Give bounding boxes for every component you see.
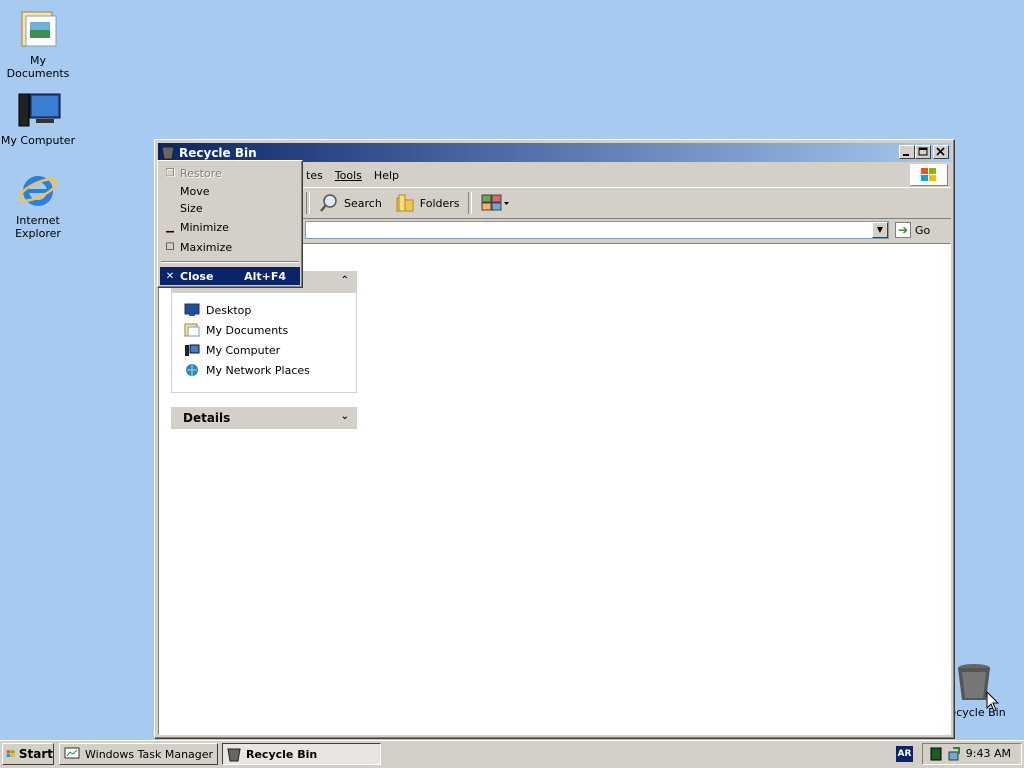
maximize-icon: ☐ [165, 241, 175, 253]
network-places-icon [186, 364, 198, 376]
menu-help[interactable]: Help [368, 169, 405, 182]
start-label: Start [18, 747, 53, 761]
recycle-bin-icon [227, 748, 241, 761]
menu-item-restore[interactable]: ❐ Restore [160, 164, 300, 182]
my-documents-icon [184, 323, 200, 337]
menu-separator [161, 261, 299, 263]
address-input[interactable]: ▼ [305, 221, 889, 239]
close-icon: ✕ [165, 270, 175, 282]
desktop-icon-label: My Documents [6, 54, 70, 80]
task-label: Windows Task Manager [85, 747, 214, 761]
place-my-documents[interactable]: My Documents [184, 323, 288, 337]
menu-tools[interactable]: Tools [329, 169, 368, 182]
desktop-icon-label: My Computer [0, 134, 76, 147]
taskbar-item-task-manager[interactable]: Windows Task Manager [59, 743, 218, 765]
address-dropdown-button[interactable]: ▼ [872, 222, 888, 238]
minimize-icon [903, 154, 909, 156]
content-area: ⌃ Desktop My Documents My Computer My Ne… [158, 243, 951, 735]
views-button[interactable] [474, 190, 516, 216]
details-header[interactable]: Details ⌄ [171, 407, 357, 429]
place-label: My Computer [206, 343, 281, 357]
my-computer-icon [16, 88, 61, 132]
minimize-icon: ▁ [166, 221, 174, 233]
collapse-chevron-icon[interactable]: ⌃ [341, 275, 349, 286]
menu-item-label: Size [180, 201, 203, 215]
go-button[interactable]: ➔ Go [895, 220, 945, 240]
menu-item-label: Maximize [180, 240, 233, 254]
restore-icon: ❐ [165, 167, 175, 179]
place-label: My Network Places [206, 363, 310, 377]
menu-item-size[interactable]: Size [160, 199, 300, 217]
go-label: Go [915, 223, 931, 237]
menu-item-label: Close [180, 269, 214, 283]
other-places-panel: Desktop My Documents My Computer My Netw… [171, 293, 357, 393]
title-buttons [899, 145, 949, 159]
desktop-icon-my-computer[interactable]: My Computer [0, 88, 78, 147]
internet-explorer-icon [16, 168, 60, 212]
maximize-button[interactable] [915, 145, 931, 159]
taskbar-item-recycle-bin[interactable]: Recycle Bin [222, 743, 381, 765]
windows-logo-icon [910, 164, 948, 186]
place-my-network-places[interactable]: My Network Places [184, 363, 310, 377]
my-computer-icon [185, 344, 200, 356]
menu-item-move[interactable]: Move [160, 182, 300, 200]
expand-chevron-icon[interactable]: ⌄ [341, 411, 349, 422]
search-label: Search [344, 196, 382, 210]
task-manager-icon [64, 747, 80, 759]
desktop-icon-internet-explorer[interactable]: Internet Explorer [0, 168, 78, 240]
search-icon [320, 194, 337, 212]
search-button[interactable]: Search [312, 190, 388, 216]
folders-icon [396, 194, 414, 212]
desktop-icon-my-documents[interactable]: My Documents [0, 8, 78, 80]
language-indicator[interactable]: AR [896, 746, 913, 762]
toolbar-separator [467, 192, 472, 214]
menu-item-label: Restore [180, 166, 222, 180]
place-label: Desktop [206, 303, 252, 317]
window-title: Recycle Bin [179, 146, 257, 160]
my-documents-icon [16, 8, 60, 52]
place-my-computer[interactable]: My Computer [184, 343, 280, 357]
window-system-menu: ❐ Restore Move Size ▁ Minimize ☐ Maximiz… [157, 160, 303, 288]
folders-label: Folders [419, 196, 460, 210]
taskbar: Start Windows Task Manager Recycle Bin A… [0, 740, 1024, 768]
task-manager-tray-icon[interactable] [929, 747, 943, 761]
views-icon [481, 194, 509, 211]
close-icon [936, 147, 945, 156]
place-label: My Documents [206, 323, 289, 337]
maximize-icon [918, 147, 928, 156]
menu-item-maximize[interactable]: ☐ Maximize [160, 238, 300, 256]
shortcut-label: Alt+F4 [244, 269, 286, 283]
close-button[interactable] [933, 145, 949, 159]
toolbar-separator [306, 192, 310, 214]
menu-favorites[interactable]: tes [300, 169, 329, 182]
menu-item-label: Move [180, 184, 210, 198]
place-desktop[interactable]: Desktop [184, 303, 251, 317]
chevron-down-icon: ▼ [876, 225, 884, 234]
go-arrow-icon: ➔ [895, 222, 911, 238]
recycle-bin-icon[interactable] [161, 145, 175, 160]
desktop-icon-label: Internet Explorer [15, 214, 61, 240]
network-tray-icon[interactable] [947, 746, 963, 762]
task-label: Recycle Bin [246, 747, 318, 761]
clock[interactable]: 9:43 AM [966, 747, 1011, 760]
minimize-button[interactable] [899, 145, 915, 159]
windows-logo-icon [6, 750, 15, 758]
menu-item-label: Minimize [180, 220, 229, 234]
details-title: Details [183, 411, 231, 425]
menu-item-minimize[interactable]: ▁ Minimize [160, 218, 300, 236]
system-tray: 9:43 AM [922, 743, 1022, 765]
start-button[interactable]: Start [2, 743, 54, 765]
folders-button[interactable]: Folders [388, 190, 466, 216]
desktop-icon [184, 303, 200, 316]
menu-item-close[interactable]: ✕ Close Alt+F4 [160, 267, 300, 285]
mouse-cursor-icon [986, 691, 1000, 712]
